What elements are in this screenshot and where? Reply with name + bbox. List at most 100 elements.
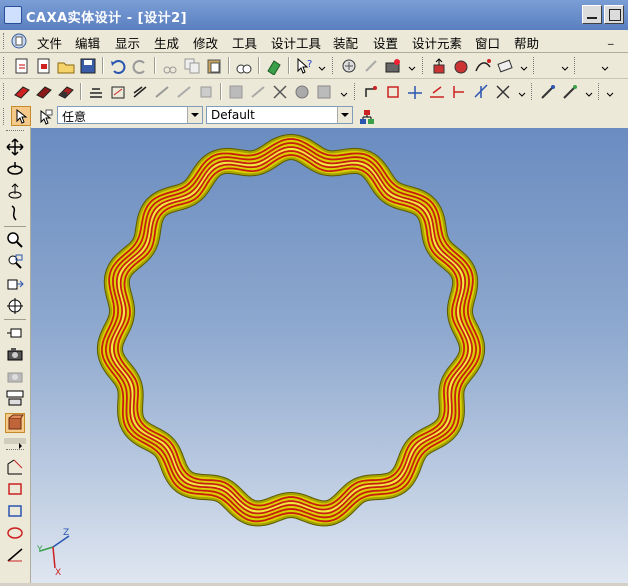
- sweep-icon[interactable]: [57, 83, 75, 101]
- copy-icon[interactable]: [183, 57, 201, 75]
- revolve-icon[interactable]: [35, 83, 53, 101]
- select-arrow-button[interactable]: [11, 106, 31, 126]
- display-mode-button[interactable]: [5, 413, 25, 433]
- turn-view-icon[interactable]: [6, 182, 24, 200]
- extrude-icon[interactable]: [13, 83, 31, 101]
- select-face-icon[interactable]: [36, 108, 54, 126]
- zoom-window-icon[interactable]: [6, 253, 24, 271]
- toolbar-overflow-icon[interactable]: [601, 59, 609, 73]
- view-settings-icon[interactable]: [6, 389, 24, 407]
- menu-help[interactable]: 帮助: [514, 33, 539, 52]
- pick-tool-icon[interactable]: [539, 83, 557, 101]
- rib-icon[interactable]: [197, 83, 215, 101]
- save-icon[interactable]: [79, 57, 97, 75]
- view-point-icon[interactable]: [6, 323, 24, 341]
- menu-modify[interactable]: 修改: [193, 33, 218, 52]
- toolbar-grip: [3, 57, 7, 74]
- redo-icon[interactable]: [131, 57, 149, 75]
- mdi-minimize-icon[interactable]: _: [608, 32, 614, 45]
- boolean-icon[interactable]: [227, 83, 245, 101]
- design-tree-icon[interactable]: [358, 108, 376, 126]
- view-target-icon[interactable]: [6, 297, 24, 315]
- menu-generate[interactable]: 生成: [154, 33, 179, 52]
- help-pointer-icon[interactable]: ?: [295, 57, 313, 75]
- pan-icon[interactable]: [6, 138, 24, 156]
- texture-icon[interactable]: [384, 57, 402, 75]
- rotate-part-icon[interactable]: [452, 57, 470, 75]
- new-design-icon[interactable]: [35, 57, 53, 75]
- menu-design-tools[interactable]: 设计工具: [271, 33, 321, 52]
- menu-window[interactable]: 窗口: [475, 33, 500, 52]
- toolbar-overflow-icon[interactable]: [518, 85, 526, 99]
- chamfer-icon[interactable]: [153, 83, 171, 101]
- sketch-icon[interactable]: [6, 458, 24, 476]
- rotate-view-icon[interactable]: [6, 204, 24, 222]
- new-file-icon[interactable]: [13, 57, 31, 75]
- toolbar-overflow-icon[interactable]: [318, 59, 326, 73]
- menu-settings[interactable]: 设置: [373, 33, 398, 52]
- menu-tools[interactable]: 工具: [232, 33, 257, 52]
- cut-icon[interactable]: [161, 57, 179, 75]
- toolbar-overflow-icon[interactable]: [520, 59, 528, 73]
- camera-icon[interactable]: [6, 345, 24, 363]
- pattern-icon[interactable]: [271, 83, 289, 101]
- ring-stripe[interactable]: [101, 138, 481, 523]
- trim-icon[interactable]: [494, 83, 512, 101]
- undo-icon[interactable]: [109, 57, 127, 75]
- render-icon[interactable]: [340, 57, 358, 75]
- toolbar-grip: [531, 83, 535, 100]
- rectangle-icon[interactable]: [6, 480, 24, 498]
- design-viewport[interactable]: Z Y X: [31, 128, 628, 583]
- fillet-icon[interactable]: [131, 83, 149, 101]
- window-title: CAXA实体设计 - [设计2]: [26, 11, 188, 26]
- rotate-sketch-icon[interactable]: [6, 524, 24, 542]
- find-icon[interactable]: [235, 57, 253, 75]
- ring-model[interactable]: [31, 128, 628, 583]
- move-part-icon[interactable]: [430, 57, 448, 75]
- loft-icon[interactable]: [87, 83, 105, 101]
- coordinate-icon[interactable]: [450, 83, 468, 101]
- document-menu-icon[interactable]: [10, 32, 28, 50]
- box-select-icon[interactable]: [6, 502, 24, 520]
- insert-part-icon[interactable]: [265, 57, 283, 75]
- smart-snap-icon[interactable]: [561, 83, 579, 101]
- draft-icon[interactable]: [175, 83, 193, 101]
- open-folder-icon[interactable]: [57, 57, 75, 75]
- toolbar-grip: [422, 57, 426, 74]
- toolbar-overflow-icon[interactable]: [561, 59, 569, 73]
- toolbar-overflow-icon[interactable]: [340, 85, 348, 99]
- maximize-button[interactable]: [604, 5, 624, 24]
- curve-tool-icon[interactable]: [474, 57, 492, 75]
- toolbar-collapse[interactable]: [4, 438, 26, 449]
- minimize-button[interactable]: [582, 5, 602, 24]
- orbit-icon[interactable]: [6, 160, 24, 178]
- selection-filter-select[interactable]: 任意: [57, 106, 203, 124]
- zoom-icon[interactable]: [6, 231, 24, 249]
- camera-disabled-icon[interactable]: [6, 367, 24, 385]
- toolbar-overflow-icon[interactable]: [606, 85, 614, 99]
- point-icon[interactable]: [362, 83, 380, 101]
- curve-icon[interactable]: [472, 83, 490, 101]
- zoom-fit-icon[interactable]: [6, 275, 24, 293]
- menu-file[interactable]: 文件: [37, 33, 62, 52]
- menu-design-elements[interactable]: 设计元素: [412, 33, 462, 52]
- toolbar-overflow-icon[interactable]: [408, 59, 416, 73]
- menu-edit[interactable]: 编辑: [75, 33, 100, 52]
- axis-icon[interactable]: [428, 83, 446, 101]
- plane-icon[interactable]: [406, 83, 424, 101]
- line-icon[interactable]: [384, 83, 402, 101]
- line-tool-icon[interactable]: [6, 546, 24, 564]
- menu-view[interactable]: 显示: [115, 33, 140, 52]
- split-icon[interactable]: [249, 83, 267, 101]
- measure-icon[interactable]: [496, 57, 514, 75]
- mirror-icon[interactable]: [293, 83, 311, 101]
- toolbar-overflow-icon[interactable]: [585, 85, 593, 99]
- scale-icon[interactable]: [315, 83, 333, 101]
- menu-assembly[interactable]: 装配: [333, 33, 358, 52]
- light-icon[interactable]: [362, 57, 380, 75]
- style-select[interactable]: Default: [206, 106, 353, 124]
- minimize-icon: [587, 17, 597, 19]
- toolbar-grip: [574, 57, 578, 74]
- paste-icon[interactable]: [205, 57, 223, 75]
- shell-icon[interactable]: [109, 83, 127, 101]
